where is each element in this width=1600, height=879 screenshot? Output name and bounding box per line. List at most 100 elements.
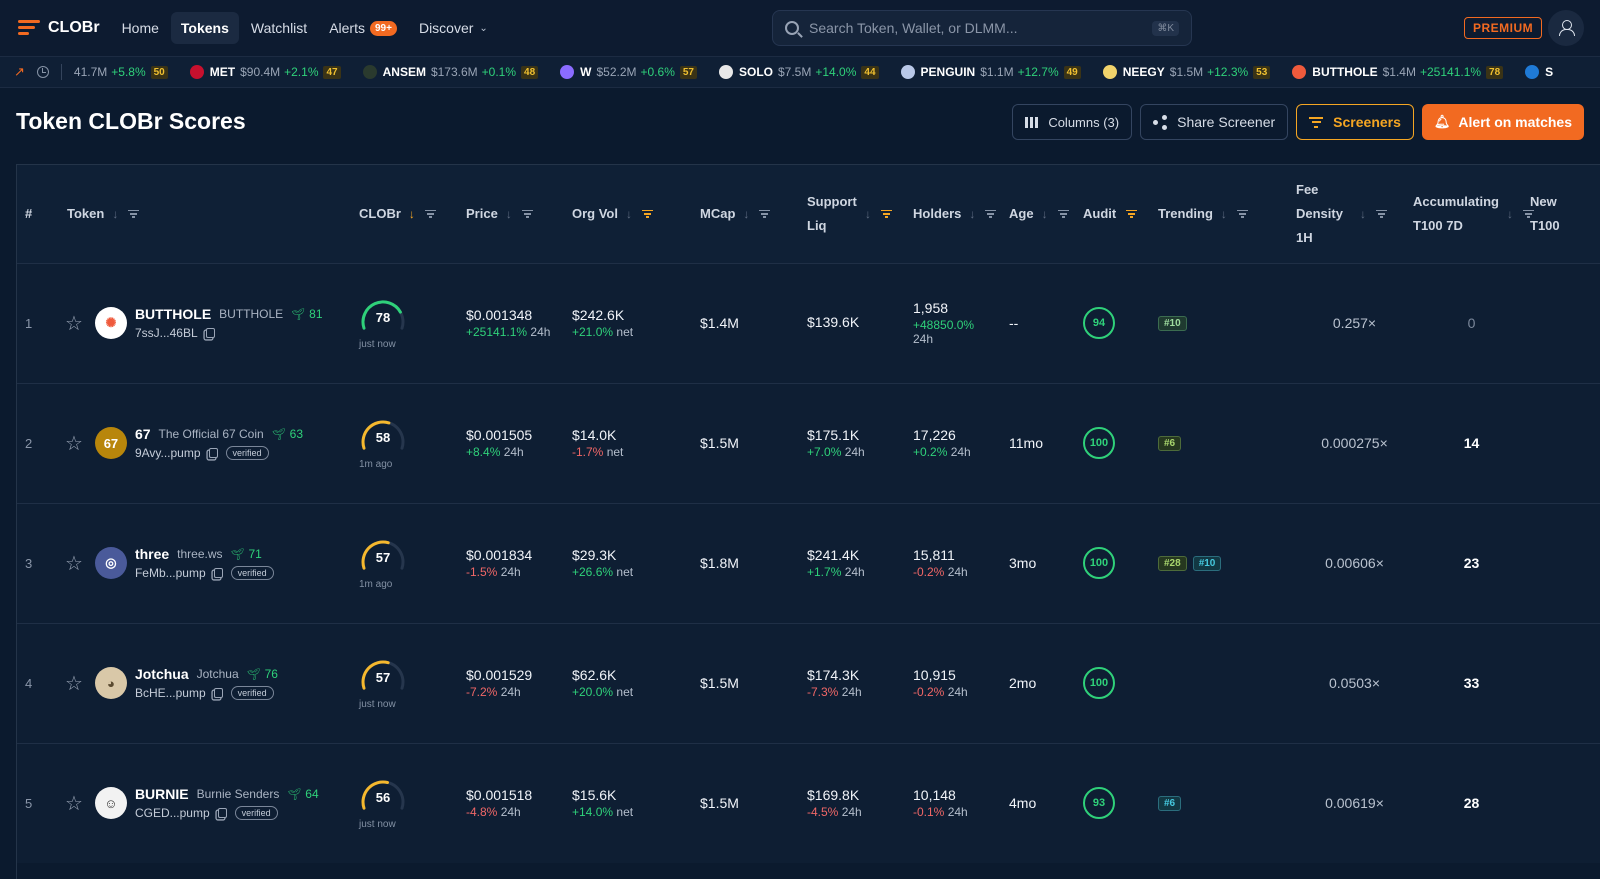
trending-badge[interactable]: #10 <box>1158 315 1187 331</box>
token-symbol[interactable]: 67 <box>135 426 151 442</box>
sort-icon[interactable]: ↓ <box>969 202 975 226</box>
audit-score[interactable]: 100 <box>1083 667 1115 699</box>
nav-home[interactable]: Home <box>112 12 169 44</box>
token-symbol[interactable]: BUTTHOLE <box>135 306 211 322</box>
star-icon[interactable]: ☆ <box>65 671 83 696</box>
sort-icon[interactable]: ↓ <box>1360 202 1366 226</box>
search-shortcut: ⌘K <box>1152 20 1179 36</box>
token-address: 7ssJ...46BL <box>134 326 198 340</box>
col-accum-label: Accumulating T100 7D <box>1413 193 1499 233</box>
ticker-item[interactable]: MET $90.4M +2.1% 47 <box>189 65 341 79</box>
trending-up-icon[interactable]: ↗ <box>14 64 25 80</box>
filter-icon[interactable] <box>1376 209 1387 218</box>
share-screener-button[interactable]: Share Screener <box>1140 104 1289 140</box>
holders-change: -0.2% 24h <box>913 565 968 579</box>
sort-icon[interactable]: ↓ <box>626 202 632 226</box>
sort-icon[interactable]: ↓ <box>112 202 118 226</box>
sort-active-icon[interactable]: ↓ <box>409 202 415 226</box>
star-icon[interactable]: ☆ <box>65 431 83 456</box>
star-icon[interactable]: ☆ <box>65 551 83 576</box>
ticker-item[interactable]: PENGUIN $1.1M +12.7% 49 <box>900 65 1081 79</box>
nav-tokens[interactable]: Tokens <box>170 12 239 44</box>
logo[interactable]: CLOBr <box>18 18 100 38</box>
copy-icon[interactable] <box>208 448 218 458</box>
clobr-score: 57 <box>375 550 391 565</box>
filter-icon[interactable] <box>521 209 533 218</box>
screeners-button[interactable]: Screeners <box>1296 104 1414 140</box>
sort-icon[interactable]: ↓ <box>865 202 871 226</box>
trending-badge[interactable]: #28 <box>1158 555 1187 571</box>
filter-icon[interactable] <box>1057 209 1069 218</box>
nav-watchlist[interactable]: Watchlist <box>241 12 317 44</box>
copy-icon[interactable] <box>213 688 223 698</box>
col-age[interactable]: Age ↓ <box>1009 165 1083 263</box>
token-cell[interactable]: ☆ ◎ three three.ws 🌱︎ 71 FeMb...pump ver <box>59 503 359 623</box>
token-cell[interactable]: ☆ ☺ BURNIE Burnie Senders 🌱︎ 64 CGED...p… <box>59 743 359 863</box>
col-orgvol[interactable]: Org Vol ↓ <box>572 165 700 263</box>
ticker-item[interactable]: SOLO $7.5M +14.0% 44 <box>718 65 879 79</box>
table-row[interactable]: 2 ☆ 67 67 The Official 67 Coin 🌱︎ 63 9Av… <box>17 383 1600 503</box>
premium-button[interactable]: PREMIUM <box>1464 17 1543 39</box>
clock-icon[interactable] <box>36 66 49 78</box>
filter-icon[interactable] <box>1236 209 1248 218</box>
star-icon[interactable]: ☆ <box>65 791 83 816</box>
token-cell[interactable]: ☆ ✺ BUTTHOLE BUTTHOLE 🌱︎ 81 7ssJ...46BL <box>59 263 359 383</box>
sort-icon[interactable]: ↓ <box>743 202 749 226</box>
table-row[interactable]: 4 ☆ ◕ Jotchua Jotchua 🌱︎ 76 BcHE...pump <box>17 623 1600 743</box>
audit-score[interactable]: 100 <box>1083 427 1115 459</box>
filter-icon[interactable] <box>424 209 436 218</box>
col-trending[interactable]: Trending ↓ <box>1158 165 1296 263</box>
trending-badge[interactable]: #6 <box>1158 795 1182 811</box>
copy-icon[interactable] <box>205 328 215 338</box>
col-audit[interactable]: Audit <box>1083 165 1158 263</box>
filter-icon[interactable] <box>128 209 140 218</box>
table-row[interactable]: 3 ☆ ◎ three three.ws 🌱︎ 71 FeMb...pump v… <box>17 503 1600 623</box>
table-row[interactable]: 5 ☆ ☺ BURNIE Burnie Senders 🌱︎ 64 CGED..… <box>17 743 1600 863</box>
user-menu-button[interactable] <box>1548 10 1584 46</box>
sort-icon[interactable]: ↓ <box>1042 202 1048 226</box>
copy-icon[interactable] <box>217 808 227 819</box>
col-price[interactable]: Price ↓ <box>466 165 572 263</box>
ticker-bar: ↗ 41.7M +5.8% 50 MET $90.4M +2.1% 47 ANSEM $… <box>0 56 1600 88</box>
filter-active-icon[interactable] <box>881 209 892 218</box>
filter-icon[interactable] <box>759 209 771 218</box>
col-mcap[interactable]: MCap ↓ <box>700 165 807 263</box>
col-new-t100[interactable]: New T100 <box>1530 165 1600 263</box>
token-symbol[interactable]: BURNIE <box>135 786 189 802</box>
filter-icon[interactable] <box>985 209 997 218</box>
sort-icon[interactable]: ↓ <box>1507 202 1513 226</box>
table-row[interactable]: 1 ☆ ✺ BUTTHOLE BUTTHOLE 🌱︎ 81 7ssJ...46B… <box>17 263 1600 383</box>
token-cell[interactable]: ☆ 67 67 The Official 67 Coin 🌱︎ 63 9Avy.… <box>59 383 359 503</box>
audit-score[interactable]: 94 <box>1083 307 1115 339</box>
col-accumulating[interactable]: Accumulating T100 7D ↓ <box>1413 165 1534 263</box>
sort-icon[interactable]: ↓ <box>1221 202 1227 226</box>
ticker-item[interactable]: ANSEM $173.6M +0.1% 48 <box>362 65 539 79</box>
col-holders[interactable]: Holders ↓ <box>913 165 1009 263</box>
sort-icon[interactable]: ↓ <box>506 202 512 226</box>
alert-on-matches-button[interactable]: 🔔︎ Alert on matches <box>1421 104 1584 140</box>
token-symbol[interactable]: three <box>135 546 169 562</box>
col-token[interactable]: Token ↓ <box>59 165 359 263</box>
audit-score[interactable]: 100 <box>1083 547 1115 579</box>
trending-badge[interactable]: #6 <box>1158 435 1182 451</box>
columns-button[interactable]: Columns (3) <box>1012 104 1133 140</box>
token-symbol[interactable]: Jotchua <box>135 666 189 682</box>
col-clobr[interactable]: CLOBr ↓ <box>359 165 466 263</box>
filter-active-icon[interactable] <box>1126 209 1138 218</box>
audit-score[interactable]: 93 <box>1083 787 1115 820</box>
nav-alerts[interactable]: Alerts 99+ <box>319 12 407 44</box>
nav-discover[interactable]: Discover ⌄ <box>409 12 498 44</box>
copy-icon[interactable] <box>213 568 223 578</box>
ticker-item[interactable]: W $52.2M +0.6% 57 <box>560 65 697 79</box>
ticker-item[interactable]: BUTTHOLE $1.4M +25141.1% 78 <box>1292 65 1504 79</box>
filter-active-icon[interactable] <box>641 209 653 218</box>
col-support-liq[interactable]: Support Liq ↓ <box>807 165 913 263</box>
trending-badge[interactable]: #10 <box>1192 555 1222 571</box>
ticker-item[interactable]: S <box>1525 65 1558 79</box>
col-fee-density[interactable]: Fee Density 1H ↓ <box>1296 165 1413 263</box>
ticker-item[interactable]: NEEGY $1.5M +12.3% 53 <box>1102 65 1271 79</box>
support-value: $174.3K <box>807 667 860 683</box>
search-input[interactable] <box>809 20 1153 36</box>
token-cell[interactable]: ☆ ◕ Jotchua Jotchua 🌱︎ 76 BcHE...pump ve <box>59 623 359 743</box>
star-icon[interactable]: ☆ <box>65 311 83 336</box>
